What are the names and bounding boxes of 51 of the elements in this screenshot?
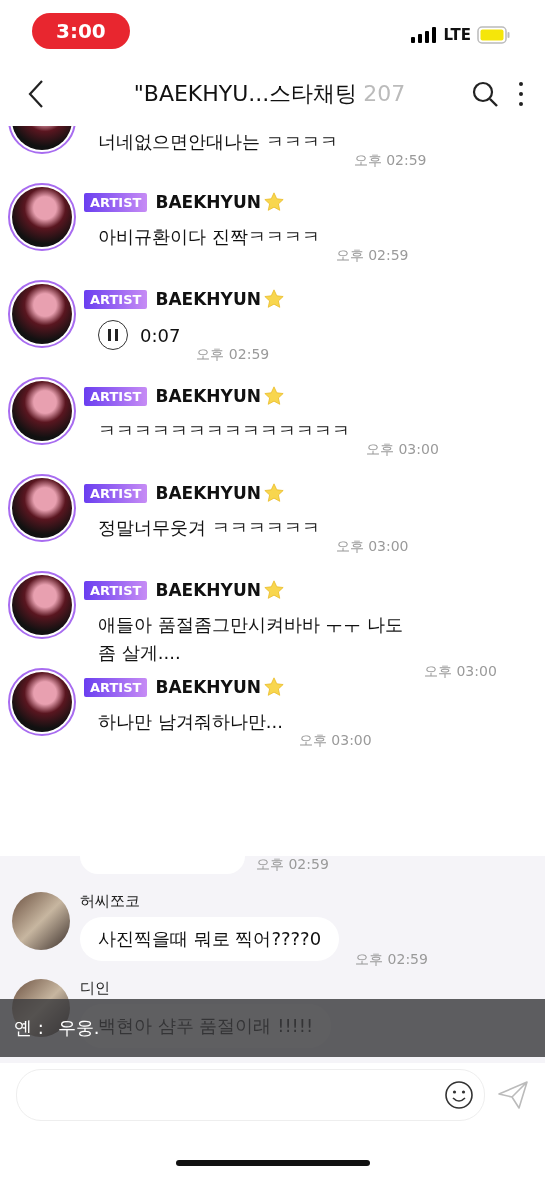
star-icon — [262, 385, 285, 407]
status-time: 3:00 — [32, 13, 130, 49]
sender-name: BAEKHYUN — [155, 483, 261, 503]
message-text: ㅋㅋㅋㅋㅋㅋㅋㅋㅋㅋㅋㅋㅋㅋ — [98, 419, 350, 443]
message-text: 정말너무웃겨 ㅋㅋㅋㅋㅋㅋ — [98, 516, 320, 540]
message-text: 애들아 품절좀그만시켜바바 ㅜㅜ 나도 좀 살게.... — [98, 613, 405, 665]
message-time: 오후 03:00 — [424, 663, 497, 681]
artist-badge: ARTIST — [84, 289, 148, 309]
caption-text: 우웅. — [57, 1016, 100, 1040]
message-time: 오후 02:59 — [256, 856, 329, 874]
message-text: 하나만 남겨줘하나만... — [98, 710, 283, 734]
artist-badge: ARTIST — [84, 192, 148, 212]
message-text: 너네없으면안대나는 ㅋㅋㅋㅋ — [98, 130, 338, 154]
sender-name: 허씨쪼코 — [80, 892, 141, 911]
sender-name: BAEKHYUN — [155, 192, 261, 212]
message-time: 오후 03:00 — [298, 732, 372, 750]
caption-speaker: 옌 : — [14, 1016, 44, 1040]
signal-icon — [411, 27, 438, 43]
artist-badge: ARTIST — [84, 483, 148, 503]
chat-title: "BAEKHYU...스타채팅 207 — [132, 80, 407, 108]
smiley-icon[interactable] — [444, 1080, 474, 1110]
artist-badge: ARTIST — [84, 580, 148, 600]
message-time: 오후 02:59 — [355, 951, 428, 969]
sender-name: BAEKHYUN — [155, 289, 261, 309]
search-icon[interactable] — [471, 80, 499, 108]
battery-icon — [477, 26, 511, 44]
star-icon — [262, 288, 285, 310]
member-count: 207 — [363, 81, 406, 106]
voice-duration: 0:07 — [140, 324, 181, 348]
back-icon[interactable] — [26, 79, 46, 109]
star-icon — [262, 676, 285, 698]
message-input[interactable] — [16, 1069, 485, 1121]
sender-name: BAEKHYUN — [155, 580, 261, 600]
sender-name: 디인 — [80, 979, 111, 998]
more-icon[interactable] — [517, 80, 525, 108]
artist-badge: ARTIST — [84, 386, 148, 406]
network-label: LTE — [443, 26, 471, 44]
message-time: 오후 02:59 — [196, 346, 270, 364]
message-time: 오후 02:59 — [353, 152, 427, 170]
pause-icon[interactable] — [107, 328, 119, 342]
star-icon — [262, 482, 285, 504]
message-bubble: 사진찍을때 뭐로 찍어????0 — [80, 917, 340, 961]
message-text: 아비규환이다 진짝ㅋㅋㅋㅋ — [98, 225, 320, 249]
sender-name: BAEKHYUN — [155, 677, 261, 697]
star-icon — [262, 191, 285, 213]
star-icon — [262, 579, 285, 601]
artist-badge: ARTIST — [84, 677, 148, 697]
message-time: 오후 03:00 — [335, 538, 409, 556]
message-time: 오후 03:00 — [366, 441, 439, 459]
message-time: 오후 02:59 — [335, 247, 409, 265]
sender-name: BAEKHYUN — [155, 386, 261, 406]
